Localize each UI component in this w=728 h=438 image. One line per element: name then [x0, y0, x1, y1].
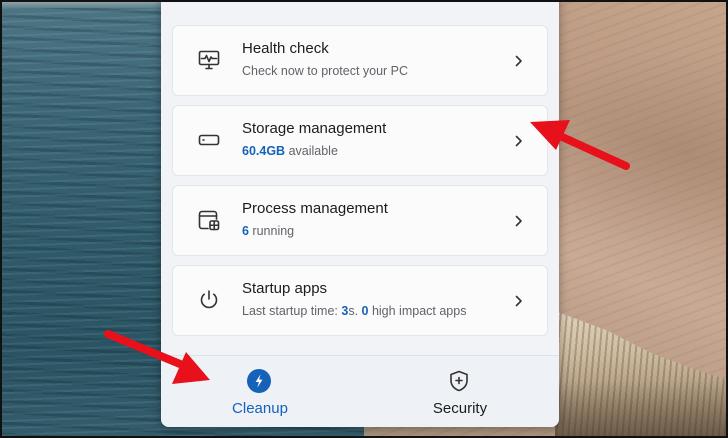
storage-available-value: 60.4GB — [242, 144, 286, 158]
startup-apps-subtitle: Last startup time: 3s. 0 high impact app… — [242, 304, 466, 318]
power-icon — [197, 288, 221, 312]
app-window-icon — [197, 208, 221, 232]
monitor-pulse-icon — [197, 48, 221, 72]
chevron-right-icon — [515, 55, 522, 67]
nav-cleanup-label: Cleanup — [232, 400, 288, 417]
startup-apps-title: Startup apps — [242, 280, 328, 297]
startup-apps-card[interactable]: Startup apps Last startup time: 3s. 0 hi… — [172, 265, 548, 336]
storage-management-title: Storage management — [242, 120, 387, 137]
process-management-subtitle: 6 running — [242, 224, 294, 238]
nav-security-tab[interactable]: Security — [390, 356, 530, 427]
chevron-right-icon — [515, 295, 522, 307]
lightning-bolt-icon — [246, 368, 272, 394]
annotation-arrow-cleanup — [104, 330, 210, 384]
startup-time-unit: s. — [348, 304, 362, 318]
annotation-arrow-storage — [530, 120, 630, 170]
drive-icon — [197, 128, 221, 152]
health-check-card[interactable]: Health check Check now to protect your P… — [172, 25, 548, 96]
storage-available-label: available — [285, 144, 338, 158]
storage-management-subtitle: 60.4GB available — [242, 144, 338, 158]
bottom-nav: Cleanup Security — [161, 355, 559, 427]
startup-time-label: Last startup time: — [242, 304, 342, 318]
high-impact-label: high impact apps — [368, 304, 467, 318]
shield-plus-icon — [446, 368, 472, 394]
chevron-right-icon — [515, 215, 522, 227]
nav-security-label: Security — [432, 400, 488, 417]
process-running-count: 6 — [242, 224, 249, 238]
storage-management-card[interactable]: Storage management 60.4GB available — [172, 105, 548, 176]
health-check-subtitle: Check now to protect your PC — [242, 64, 409, 78]
health-check-title: Health check — [242, 40, 329, 57]
process-running-label: running — [248, 224, 295, 238]
process-management-card[interactable]: Process management 6 running — [172, 185, 548, 256]
process-management-title: Process management — [242, 200, 388, 217]
background-shadow — [555, 380, 728, 438]
pc-manager-panel: Health check Check now to protect your P… — [161, 0, 559, 427]
chevron-right-icon — [515, 135, 522, 147]
